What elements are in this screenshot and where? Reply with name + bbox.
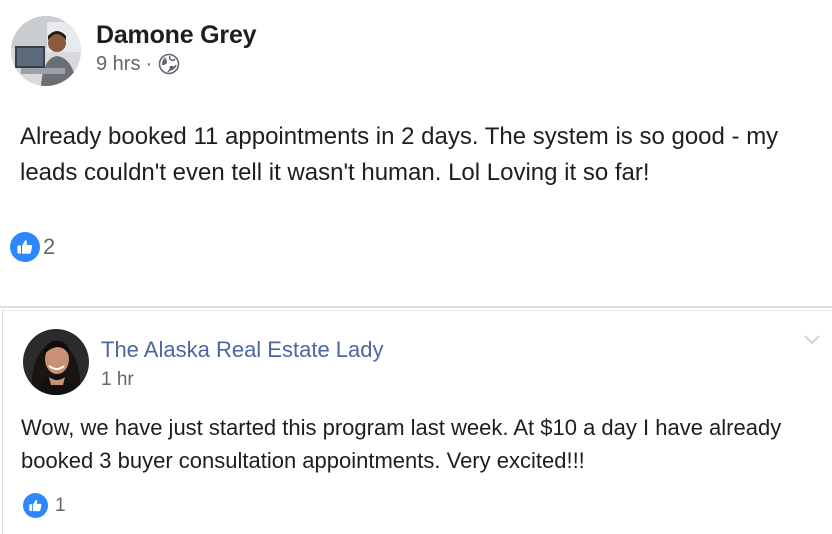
reaction-summary[interactable]: 1: [23, 493, 66, 518]
post-text: Already booked 11 appointments in 2 days…: [20, 123, 779, 186]
comment-timestamp[interactable]: 1 hr: [101, 369, 134, 391]
globe-icon[interactable]: [158, 53, 180, 75]
post-meta: 9 hrs ·: [96, 52, 180, 76]
like-icon: [10, 232, 40, 262]
comment-author[interactable]: The Alaska Real Estate Lady: [101, 337, 384, 363]
post-author[interactable]: Damone Grey: [96, 21, 257, 50]
reaction-summary[interactable]: 2: [10, 232, 55, 262]
chevron-down-icon[interactable]: [803, 333, 821, 345]
meta-separator: ·: [145, 52, 153, 75]
reaction-count: 2: [43, 234, 56, 259]
post: Damone Grey 9 hrs · Already booked 11 ap…: [0, 0, 832, 306]
comment-text: Wow, we have just started this program l…: [21, 415, 782, 473]
post-timestamp[interactable]: 9 hrs: [96, 53, 140, 76]
comment: The Alaska Real Estate Lady 1 hr Wow, we…: [2, 310, 832, 534]
avatar[interactable]: [11, 16, 81, 86]
like-icon: [23, 493, 48, 518]
facebook-post-screenshot: Damone Grey 9 hrs · Already booked 11 ap…: [0, 0, 832, 534]
avatar[interactable]: [23, 329, 89, 395]
reaction-count: 1: [55, 494, 66, 516]
divider: [0, 306, 832, 308]
